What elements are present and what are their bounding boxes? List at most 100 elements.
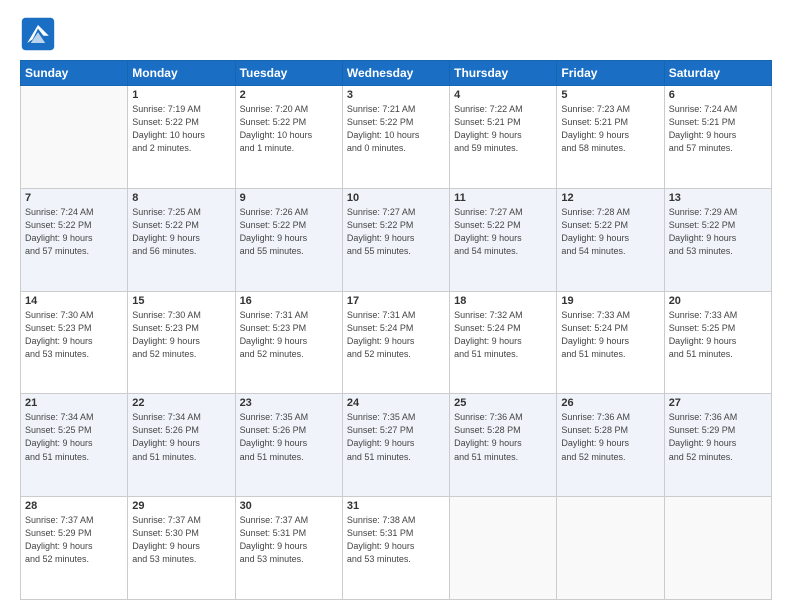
- day-info: Sunrise: 7:30 AM Sunset: 5:23 PM Dayligh…: [25, 309, 123, 361]
- calendar-cell: 6 Sunrise: 7:24 AM Sunset: 5:21 PM Daylig…: [664, 86, 771, 189]
- calendar-cell: 31 Sunrise: 7:38 AM Sunset: 5:31 PM Dayli…: [342, 497, 449, 600]
- day-info: Sunrise: 7:37 AM Sunset: 5:30 PM Dayligh…: [132, 514, 230, 566]
- calendar-cell: 16 Sunrise: 7:31 AM Sunset: 5:23 PM Dayli…: [235, 291, 342, 394]
- day-number: 16: [240, 295, 338, 307]
- calendar-cell: 21 Sunrise: 7:34 AM Sunset: 5:25 PM Dayli…: [21, 394, 128, 497]
- calendar-cell: [664, 497, 771, 600]
- calendar-cell: 25 Sunrise: 7:36 AM Sunset: 5:28 PM Dayli…: [450, 394, 557, 497]
- day-info: Sunrise: 7:20 AM Sunset: 5:22 PM Dayligh…: [240, 103, 338, 155]
- day-number: 24: [347, 397, 445, 409]
- day-number: 30: [240, 500, 338, 512]
- day-info: Sunrise: 7:36 AM Sunset: 5:29 PM Dayligh…: [669, 411, 767, 463]
- day-number: 22: [132, 397, 230, 409]
- header-day-tuesday: Tuesday: [235, 61, 342, 86]
- calendar-cell: 14 Sunrise: 7:30 AM Sunset: 5:23 PM Dayli…: [21, 291, 128, 394]
- header-day-thursday: Thursday: [450, 61, 557, 86]
- day-number: 2: [240, 89, 338, 101]
- header-day-friday: Friday: [557, 61, 664, 86]
- day-info: Sunrise: 7:31 AM Sunset: 5:24 PM Dayligh…: [347, 309, 445, 361]
- day-info: Sunrise: 7:28 AM Sunset: 5:22 PM Dayligh…: [561, 206, 659, 258]
- day-number: 23: [240, 397, 338, 409]
- header-day-saturday: Saturday: [664, 61, 771, 86]
- day-info: Sunrise: 7:35 AM Sunset: 5:26 PM Dayligh…: [240, 411, 338, 463]
- day-info: Sunrise: 7:36 AM Sunset: 5:28 PM Dayligh…: [454, 411, 552, 463]
- day-info: Sunrise: 7:35 AM Sunset: 5:27 PM Dayligh…: [347, 411, 445, 463]
- calendar-cell: 23 Sunrise: 7:35 AM Sunset: 5:26 PM Dayli…: [235, 394, 342, 497]
- day-number: 14: [25, 295, 123, 307]
- calendar-header-row: SundayMondayTuesdayWednesdayThursdayFrid…: [21, 61, 772, 86]
- day-info: Sunrise: 7:29 AM Sunset: 5:22 PM Dayligh…: [669, 206, 767, 258]
- day-number: 21: [25, 397, 123, 409]
- header-day-wednesday: Wednesday: [342, 61, 449, 86]
- day-info: Sunrise: 7:36 AM Sunset: 5:28 PM Dayligh…: [561, 411, 659, 463]
- day-number: 15: [132, 295, 230, 307]
- day-number: 5: [561, 89, 659, 101]
- day-number: 7: [25, 192, 123, 204]
- day-number: 26: [561, 397, 659, 409]
- day-info: Sunrise: 7:22 AM Sunset: 5:21 PM Dayligh…: [454, 103, 552, 155]
- logo: [20, 16, 62, 52]
- day-number: 28: [25, 500, 123, 512]
- day-info: Sunrise: 7:31 AM Sunset: 5:23 PM Dayligh…: [240, 309, 338, 361]
- calendar-cell: 20 Sunrise: 7:33 AM Sunset: 5:25 PM Dayli…: [664, 291, 771, 394]
- day-number: 19: [561, 295, 659, 307]
- day-info: Sunrise: 7:24 AM Sunset: 5:22 PM Dayligh…: [25, 206, 123, 258]
- calendar-cell: 8 Sunrise: 7:25 AM Sunset: 5:22 PM Daylig…: [128, 188, 235, 291]
- day-number: 3: [347, 89, 445, 101]
- day-info: Sunrise: 7:25 AM Sunset: 5:22 PM Dayligh…: [132, 206, 230, 258]
- calendar-cell: [450, 497, 557, 600]
- calendar-cell: 13 Sunrise: 7:29 AM Sunset: 5:22 PM Dayli…: [664, 188, 771, 291]
- calendar-cell: 22 Sunrise: 7:34 AM Sunset: 5:26 PM Dayli…: [128, 394, 235, 497]
- day-info: Sunrise: 7:19 AM Sunset: 5:22 PM Dayligh…: [132, 103, 230, 155]
- day-number: 6: [669, 89, 767, 101]
- calendar-cell: 30 Sunrise: 7:37 AM Sunset: 5:31 PM Dayli…: [235, 497, 342, 600]
- calendar-cell: 26 Sunrise: 7:36 AM Sunset: 5:28 PM Dayli…: [557, 394, 664, 497]
- day-info: Sunrise: 7:26 AM Sunset: 5:22 PM Dayligh…: [240, 206, 338, 258]
- day-number: 13: [669, 192, 767, 204]
- calendar-cell: 1 Sunrise: 7:19 AM Sunset: 5:22 PM Daylig…: [128, 86, 235, 189]
- calendar-week-1: 1 Sunrise: 7:19 AM Sunset: 5:22 PM Daylig…: [21, 86, 772, 189]
- day-number: 27: [669, 397, 767, 409]
- calendar-cell: 19 Sunrise: 7:33 AM Sunset: 5:24 PM Dayli…: [557, 291, 664, 394]
- day-number: 29: [132, 500, 230, 512]
- day-number: 25: [454, 397, 552, 409]
- day-info: Sunrise: 7:32 AM Sunset: 5:24 PM Dayligh…: [454, 309, 552, 361]
- calendar-cell: 29 Sunrise: 7:37 AM Sunset: 5:30 PM Dayli…: [128, 497, 235, 600]
- page: SundayMondayTuesdayWednesdayThursdayFrid…: [0, 0, 792, 612]
- day-number: 8: [132, 192, 230, 204]
- calendar-cell: 15 Sunrise: 7:30 AM Sunset: 5:23 PM Dayli…: [128, 291, 235, 394]
- day-info: Sunrise: 7:34 AM Sunset: 5:26 PM Dayligh…: [132, 411, 230, 463]
- day-number: 17: [347, 295, 445, 307]
- day-info: Sunrise: 7:38 AM Sunset: 5:31 PM Dayligh…: [347, 514, 445, 566]
- day-number: 11: [454, 192, 552, 204]
- day-info: Sunrise: 7:27 AM Sunset: 5:22 PM Dayligh…: [347, 206, 445, 258]
- day-info: Sunrise: 7:37 AM Sunset: 5:31 PM Dayligh…: [240, 514, 338, 566]
- day-number: 10: [347, 192, 445, 204]
- day-number: 9: [240, 192, 338, 204]
- day-info: Sunrise: 7:23 AM Sunset: 5:21 PM Dayligh…: [561, 103, 659, 155]
- calendar-cell: [557, 497, 664, 600]
- calendar-cell: 18 Sunrise: 7:32 AM Sunset: 5:24 PM Dayli…: [450, 291, 557, 394]
- calendar-week-5: 28 Sunrise: 7:37 AM Sunset: 5:29 PM Dayli…: [21, 497, 772, 600]
- calendar-cell: [21, 86, 128, 189]
- day-info: Sunrise: 7:30 AM Sunset: 5:23 PM Dayligh…: [132, 309, 230, 361]
- day-info: Sunrise: 7:33 AM Sunset: 5:24 PM Dayligh…: [561, 309, 659, 361]
- day-info: Sunrise: 7:33 AM Sunset: 5:25 PM Dayligh…: [669, 309, 767, 361]
- calendar-week-4: 21 Sunrise: 7:34 AM Sunset: 5:25 PM Dayli…: [21, 394, 772, 497]
- calendar-cell: 27 Sunrise: 7:36 AM Sunset: 5:29 PM Dayli…: [664, 394, 771, 497]
- calendar-cell: 5 Sunrise: 7:23 AM Sunset: 5:21 PM Daylig…: [557, 86, 664, 189]
- header-day-monday: Monday: [128, 61, 235, 86]
- day-number: 1: [132, 89, 230, 101]
- day-info: Sunrise: 7:34 AM Sunset: 5:25 PM Dayligh…: [25, 411, 123, 463]
- day-info: Sunrise: 7:24 AM Sunset: 5:21 PM Dayligh…: [669, 103, 767, 155]
- calendar-cell: 9 Sunrise: 7:26 AM Sunset: 5:22 PM Daylig…: [235, 188, 342, 291]
- calendar-week-2: 7 Sunrise: 7:24 AM Sunset: 5:22 PM Daylig…: [21, 188, 772, 291]
- day-number: 31: [347, 500, 445, 512]
- calendar-week-3: 14 Sunrise: 7:30 AM Sunset: 5:23 PM Dayli…: [21, 291, 772, 394]
- day-number: 20: [669, 295, 767, 307]
- day-info: Sunrise: 7:37 AM Sunset: 5:29 PM Dayligh…: [25, 514, 123, 566]
- calendar-cell: 11Sunrise: 7:27 AM Sunset: 5:22 PM Dayli…: [450, 188, 557, 291]
- day-number: 18: [454, 295, 552, 307]
- calendar-cell: 3Sunrise: 7:21 AM Sunset: 5:22 PM Daylig…: [342, 86, 449, 189]
- calendar-table: SundayMondayTuesdayWednesdayThursdayFrid…: [20, 60, 772, 600]
